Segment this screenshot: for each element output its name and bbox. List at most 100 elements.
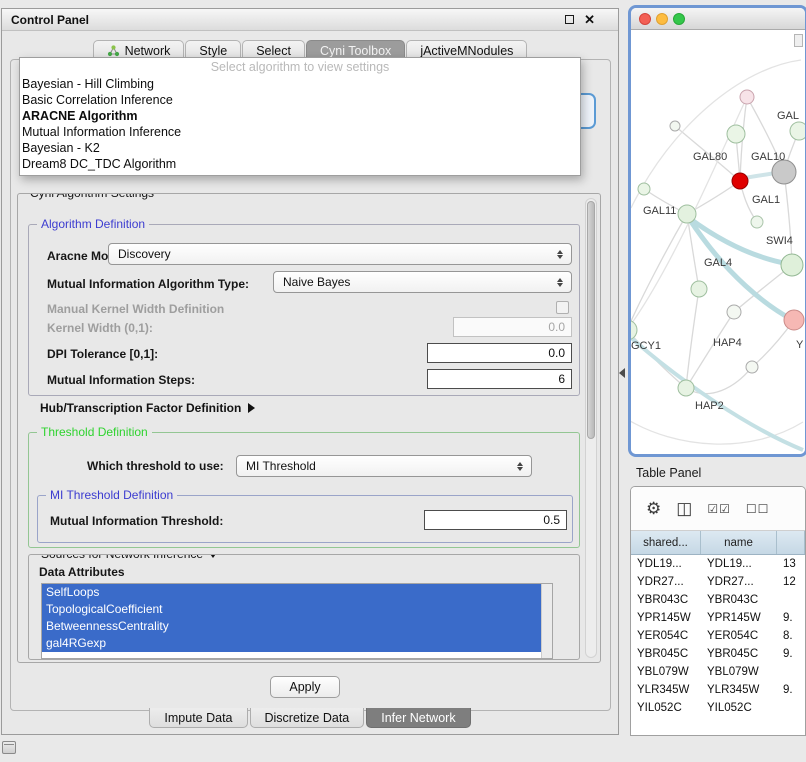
zoom-traffic-light-icon[interactable] bbox=[673, 13, 685, 25]
network-canvas[interactable]: GALGAL80GAL10GAL11GAL1SWI4GAL4GCY1HAP4HA… bbox=[631, 30, 805, 454]
bottom-tab-infer-network[interactable]: Infer Network bbox=[366, 708, 470, 728]
screen: Control Panel ✕ NetworkStyleSelectCyni T… bbox=[0, 0, 806, 762]
graph-node[interactable] bbox=[670, 121, 680, 131]
column-header-1[interactable]: shared... bbox=[631, 531, 701, 554]
columns-icon[interactable]: ◫ bbox=[676, 500, 692, 518]
graph-node-label: GAL1 bbox=[752, 194, 780, 206]
graph-node[interactable] bbox=[772, 160, 796, 184]
threshold-definition-title: Threshold Definition bbox=[37, 425, 152, 440]
graph-node[interactable] bbox=[790, 122, 805, 140]
column-header-3[interactable] bbox=[777, 531, 805, 554]
graph-node[interactable] bbox=[732, 173, 748, 189]
table-row[interactable]: YBR043CYBR043C bbox=[631, 591, 805, 609]
deselect-all-icon[interactable]: ☐☐ bbox=[746, 500, 770, 518]
graph-node-label: GCY1 bbox=[631, 340, 661, 352]
bottom-tab-impute-data[interactable]: Impute Data bbox=[149, 708, 247, 728]
attributes-scrollbar[interactable] bbox=[541, 584, 552, 658]
graph-node[interactable] bbox=[691, 281, 707, 297]
mi-steps-input[interactable] bbox=[427, 369, 572, 389]
attribute-row-topologicalcoefficient[interactable]: TopologicalCoefficient bbox=[42, 601, 541, 618]
table-row[interactable]: YPR145WYPR145W9. bbox=[631, 609, 805, 627]
bottom-tab-discretize-data[interactable]: Discretize Data bbox=[250, 708, 365, 728]
tab-label: Style bbox=[199, 44, 227, 58]
graph-node[interactable] bbox=[678, 205, 696, 223]
table-cell: YDR27... bbox=[701, 576, 777, 588]
splitter-collapse-icon[interactable] bbox=[619, 368, 625, 378]
aracne-mode-select[interactable]: Discovery bbox=[108, 243, 572, 265]
mi-threshold-label: Mutual Information Threshold: bbox=[50, 514, 223, 528]
expand-arrow-icon[interactable] bbox=[248, 403, 255, 413]
mi-threshold-definition-title: MI Threshold Definition bbox=[46, 488, 177, 503]
tab-label: Cyni Toolbox bbox=[320, 44, 391, 58]
mi-threshold-input[interactable] bbox=[424, 510, 567, 530]
collapse-arrow-icon[interactable] bbox=[208, 554, 218, 558]
graph-node[interactable] bbox=[631, 320, 637, 340]
dpi-tolerance-input[interactable] bbox=[427, 343, 572, 363]
table-rows: YDL19...YDL19...13YDR27...YDR27...12YBR0… bbox=[631, 555, 805, 717]
dropdown-item-basic-correlation-inference[interactable]: Basic Correlation Inference bbox=[20, 92, 580, 108]
graph-node[interactable] bbox=[727, 125, 745, 143]
close-traffic-light-icon[interactable] bbox=[639, 13, 651, 25]
hub-transcription-factor-section[interactable]: Hub/Transcription Factor Definition bbox=[40, 401, 255, 415]
graph-node[interactable] bbox=[727, 305, 741, 319]
table-cell: 9. bbox=[777, 648, 805, 660]
gear-icon[interactable]: ⚙ bbox=[646, 500, 661, 518]
graph-node[interactable] bbox=[746, 361, 758, 373]
graph-node[interactable] bbox=[678, 380, 694, 396]
graph-node-label: SWI4 bbox=[766, 235, 793, 247]
mi-threshold-definition-group: MI Threshold Definition Mutual Informati… bbox=[37, 495, 573, 543]
table-row[interactable]: YLR345WYLR345W9. bbox=[631, 681, 805, 699]
data-attributes-list: SelfLoopsTopologicalCoefficientBetweenne… bbox=[41, 583, 553, 659]
close-icon[interactable]: ✕ bbox=[584, 14, 595, 26]
network-window-titlebar[interactable] bbox=[631, 8, 805, 30]
graph-node-label: Y bbox=[796, 339, 804, 351]
graph-node[interactable] bbox=[781, 254, 803, 276]
column-header-2[interactable]: name bbox=[701, 531, 777, 554]
table-row[interactable]: YBL079WYBL079W bbox=[631, 663, 805, 681]
dropdown-item-aracne-algorithm[interactable]: ARACNE Algorithm bbox=[20, 108, 580, 124]
kernel-width-input bbox=[453, 317, 572, 337]
graph-node[interactable] bbox=[784, 310, 804, 330]
attribute-row-selfloops[interactable]: SelfLoops bbox=[42, 584, 541, 601]
apply-button[interactable]: Apply bbox=[270, 676, 340, 698]
table-cell: YBR045C bbox=[631, 648, 701, 660]
graph-edge bbox=[631, 60, 801, 208]
select-all-icon[interactable]: ☑☑ bbox=[707, 500, 731, 518]
minimized-panel-icon[interactable] bbox=[2, 741, 16, 754]
graph-node[interactable] bbox=[638, 183, 650, 195]
dropdown-item-dream8-dc-tdc-algorithm[interactable]: Dream8 DC_TDC Algorithm bbox=[20, 156, 580, 172]
table-row[interactable]: YBR045CYBR045C9. bbox=[631, 645, 805, 663]
attribute-row-gal4rgexp[interactable]: gal4RGexp bbox=[42, 635, 541, 652]
dropdown-item-bayesian-k2[interactable]: Bayesian - K2 bbox=[20, 140, 580, 156]
graph-node[interactable] bbox=[751, 216, 763, 228]
table-row[interactable]: YIL052CYIL052C bbox=[631, 699, 805, 717]
table-cell: YLR345W bbox=[631, 684, 701, 696]
table-row[interactable]: YER054CYER054C8. bbox=[631, 627, 805, 645]
minimize-traffic-light-icon[interactable] bbox=[656, 13, 668, 25]
graph-node-label: HAP2 bbox=[695, 400, 724, 412]
combo-arrows-icon bbox=[514, 456, 526, 476]
kernel-width-label: Kernel Width (0,1): bbox=[47, 321, 153, 335]
attribute-row-betweennesscentrality[interactable]: BetweennessCentrality bbox=[42, 618, 541, 635]
graph-node-label: GAL4 bbox=[704, 257, 732, 269]
dropdown-item-bayesian-hill-climbing[interactable]: Bayesian - Hill Climbing bbox=[20, 76, 580, 92]
attr-rows: SelfLoopsTopologicalCoefficientBetweenne… bbox=[42, 584, 552, 652]
table-cell: YBR043C bbox=[701, 594, 777, 606]
scrollbar-thumb[interactable] bbox=[587, 201, 595, 439]
mi-algorithm-type-select[interactable]: Naive Bayes bbox=[273, 271, 572, 293]
which-threshold-select[interactable]: MI Threshold bbox=[236, 455, 532, 477]
algorithm-dropdown-list: Bayesian - Hill ClimbingBasic Correlatio… bbox=[20, 76, 580, 172]
graph-node-label: GAL11 bbox=[643, 205, 676, 217]
table-row[interactable]: YDR27...YDR27...12 bbox=[631, 573, 805, 591]
graph-edge bbox=[686, 312, 734, 388]
graph-node[interactable] bbox=[740, 90, 754, 104]
dropdown-item-mutual-information-inference[interactable]: Mutual Information Inference bbox=[20, 124, 580, 140]
float-window-icon[interactable] bbox=[565, 15, 574, 24]
mi-algorithm-type-label: Mutual Information Algorithm Type: bbox=[47, 277, 249, 291]
manual-kernel-width-label: Manual Kernel Width Definition bbox=[47, 302, 224, 316]
aracne-mode-value: Discovery bbox=[118, 247, 171, 261]
table-cell: 8. bbox=[777, 630, 805, 642]
sources-group-title[interactable]: Sources for Network Inference bbox=[37, 554, 222, 562]
mi-algorithm-type-value: Naive Bayes bbox=[283, 275, 350, 289]
table-row[interactable]: YDL19...YDL19...13 bbox=[631, 555, 805, 573]
